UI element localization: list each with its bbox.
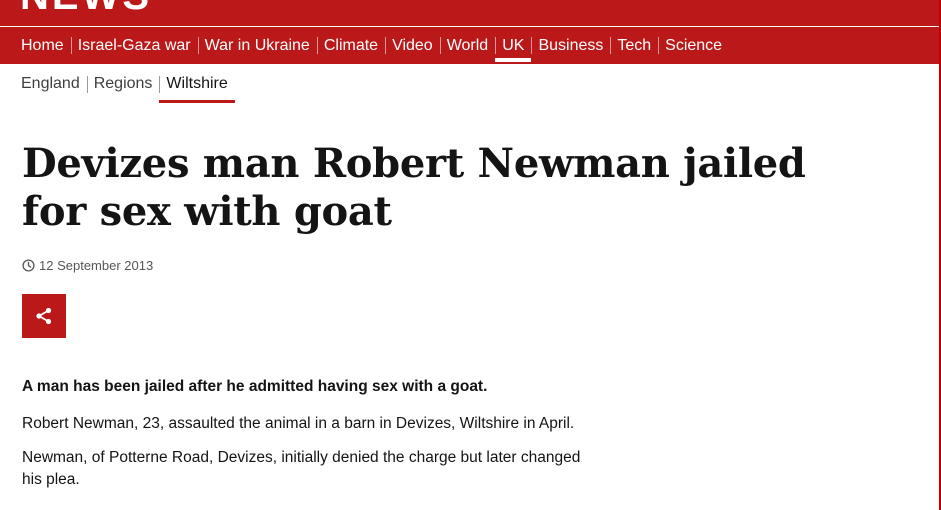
primary-nav: Home Israel-Gaza war War in Ukraine Clim… bbox=[0, 27, 939, 64]
share-button[interactable] bbox=[22, 294, 66, 338]
article-headline: Devizes man Robert Newman jailed for sex… bbox=[22, 140, 806, 235]
subnav-item-regions[interactable]: Regions bbox=[86, 65, 160, 103]
article-paragraph: Robert Newman, 23, assaulted the animal … bbox=[22, 415, 575, 432]
share-icon bbox=[35, 307, 53, 325]
nav-item-war-in-ukraine[interactable]: War in Ukraine bbox=[197, 27, 317, 64]
publish-date: 12 September 2013 bbox=[39, 258, 154, 273]
nav-item-business[interactable]: Business bbox=[531, 27, 610, 64]
article-body: A man has been jailed after he admitted … bbox=[22, 376, 582, 503]
masthead: NEWS bbox=[0, 0, 939, 26]
article-dateline: 12 September 2013 bbox=[22, 258, 153, 273]
clock-icon bbox=[22, 259, 35, 272]
subnav-item-wiltshire[interactable]: Wiltshire bbox=[159, 65, 236, 103]
article-lead-paragraph: A man has been jailed after he admitted … bbox=[22, 378, 488, 395]
nav-item-world[interactable]: World bbox=[439, 27, 496, 64]
secondary-nav: England Regions Wiltshire bbox=[0, 64, 939, 104]
article-paragraph: Newman, of Potterne Road, Devizes, initi… bbox=[22, 449, 581, 488]
subnav-item-england[interactable]: England bbox=[14, 65, 87, 103]
nav-item-science[interactable]: Science bbox=[658, 27, 729, 64]
nav-item-home[interactable]: Home bbox=[14, 27, 71, 64]
nav-item-israel-gaza-war[interactable]: Israel-Gaza war bbox=[70, 27, 198, 64]
bbc-news-logo[interactable]: NEWS bbox=[20, 0, 152, 16]
nav-item-climate[interactable]: Climate bbox=[316, 27, 385, 64]
nav-item-tech[interactable]: Tech bbox=[610, 27, 658, 64]
nav-item-video[interactable]: Video bbox=[385, 27, 440, 64]
nav-item-uk[interactable]: UK bbox=[495, 27, 532, 64]
